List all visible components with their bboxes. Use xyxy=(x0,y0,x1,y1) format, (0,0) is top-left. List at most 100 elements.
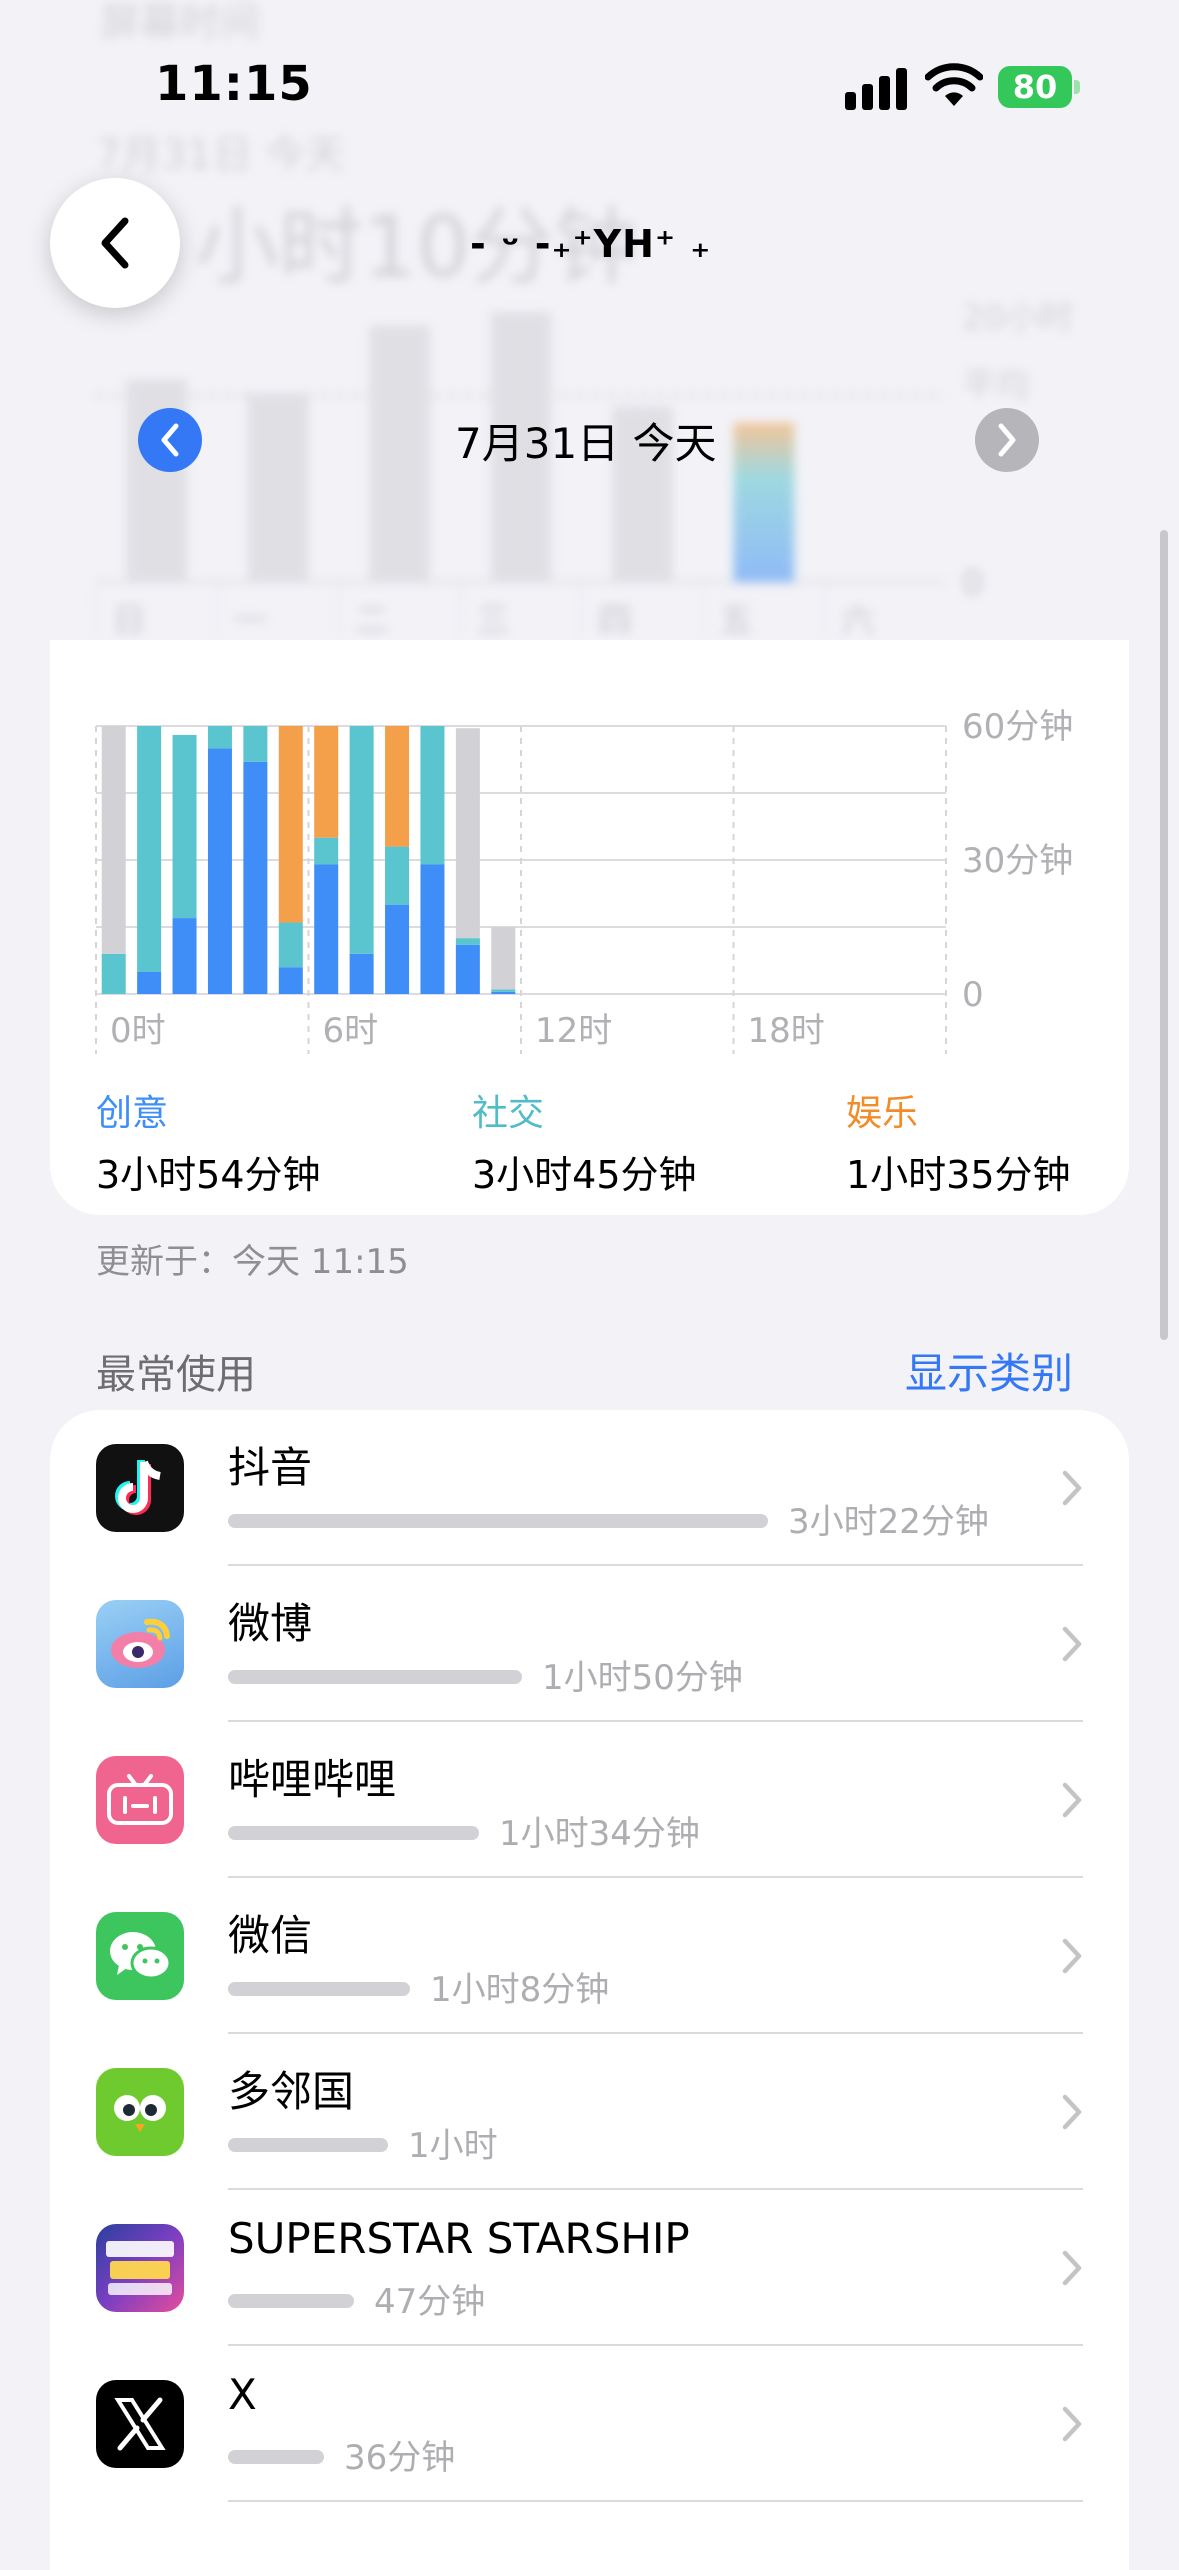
usage-bar xyxy=(228,1514,768,1528)
usage-time: 36分钟 xyxy=(344,2438,456,2478)
battery-indicator: 80 xyxy=(998,66,1072,108)
weekly-zero-label: 0 xyxy=(962,563,984,603)
bar-segment xyxy=(455,938,480,945)
weekly-bar xyxy=(247,393,309,582)
bar-segment xyxy=(420,864,445,994)
y-tick-label: 0 xyxy=(962,975,984,1015)
app-name: 微信 xyxy=(228,1911,313,1960)
douyin-icon xyxy=(96,1444,184,1532)
legend-social: 社交 3小时45分钟 xyxy=(472,1084,697,1199)
weekly-day-label: 三 xyxy=(476,601,510,640)
bar-segment xyxy=(314,864,339,994)
bar-segment xyxy=(172,734,197,919)
back-button[interactable] xyxy=(50,178,180,308)
weekly-day-label: 六 xyxy=(841,601,875,640)
row-separator xyxy=(228,2500,1083,2502)
chevron-right-icon xyxy=(1062,2406,1082,2442)
x-tick-label: 0时 xyxy=(110,1011,166,1051)
list-item-douyin[interactable]: 抖音 3小时22分钟 xyxy=(50,1410,1129,1566)
y-tick-label: 60分钟 xyxy=(962,707,1073,747)
app-name: 抖音 xyxy=(228,1443,313,1492)
x-tick-label: 18时 xyxy=(748,1011,825,1051)
weekly-day-label: 一 xyxy=(233,601,267,640)
bar-segment xyxy=(491,991,516,994)
show-categories-button[interactable]: 显示类别 xyxy=(905,1340,1073,1401)
date-label: 7月31日 今天 xyxy=(455,419,717,468)
legend-creative-label: 创意 xyxy=(96,1093,169,1134)
legend-entertainment-label: 娱乐 xyxy=(846,1093,919,1134)
usage-time: 1小时34分钟 xyxy=(499,1814,700,1854)
bar-segment xyxy=(278,726,303,923)
list-item-superstar-starship[interactable]: SUPERSTAR STARSHIP 47分钟 xyxy=(50,2190,1129,2346)
usage-time: 47分钟 xyxy=(374,2282,486,2322)
app-name: 哔哩哔哩 xyxy=(228,1755,397,1804)
legend-social-value: 3小时45分钟 xyxy=(472,1153,697,1197)
weekly-day-label: 五 xyxy=(719,601,753,640)
weekly-day-label: 二 xyxy=(355,601,389,640)
list-item-x[interactable]: X 36分钟 xyxy=(50,2346,1129,2502)
bar-segment xyxy=(207,726,232,749)
chevron-left-icon xyxy=(101,217,129,269)
weibo-icon xyxy=(96,1600,184,1688)
bar-segment xyxy=(455,944,480,994)
usage-time: 1小时8分钟 xyxy=(430,1970,610,2010)
hourly-chart: 60分钟 30分钟 0 0时 6时 12时 18时 xyxy=(95,707,1073,1054)
wifi-icon xyxy=(925,63,983,106)
app-name: 多邻国 xyxy=(228,2067,355,2116)
chevron-right-icon xyxy=(1062,1626,1082,1662)
usage-time: 1小时50分钟 xyxy=(542,1658,743,1698)
nav-title: - ᵕ -₊⁺YH⁺ ₊ xyxy=(470,222,712,266)
most-used-title: 最常使用 xyxy=(96,1352,256,1398)
x-tick-label: 6时 xyxy=(323,1011,379,1051)
list-item-duolingo[interactable]: 多邻国 1小时 xyxy=(50,2034,1129,2190)
app-name: 微博 xyxy=(228,1599,313,1648)
bar-segment xyxy=(101,953,126,994)
legend-entertainment: 娱乐 1小时35分钟 xyxy=(846,1084,1071,1199)
superstar-icon xyxy=(96,2224,184,2312)
status-time: 11:15 xyxy=(155,56,313,112)
x-tick-label: 12时 xyxy=(535,1011,612,1051)
chevron-left-icon xyxy=(161,423,179,457)
chevron-right-icon xyxy=(1062,1938,1082,1974)
x-icon xyxy=(96,2380,184,2468)
app-name: X xyxy=(228,2370,257,2419)
usage-time: 3小时22分钟 xyxy=(788,1502,989,1542)
usage-bar xyxy=(228,1670,522,1684)
cellular-signal-icon xyxy=(845,66,907,110)
next-day-button[interactable] xyxy=(975,408,1039,472)
bar-segment xyxy=(385,904,410,994)
bar-segment xyxy=(243,761,268,994)
usage-bar xyxy=(228,1982,410,1996)
chevron-right-icon xyxy=(998,423,1016,457)
scrollbar[interactable] xyxy=(1160,530,1168,1340)
app-name: SUPERSTAR STARSHIP xyxy=(228,2214,690,2263)
bar-segment xyxy=(349,726,374,954)
bar-segment xyxy=(385,726,410,847)
legend-entertainment-value: 1小时35分钟 xyxy=(846,1153,1071,1197)
bar-segment xyxy=(455,728,480,939)
bar-segment xyxy=(491,989,516,992)
chevron-right-icon xyxy=(1062,2250,1082,2286)
bar-segment xyxy=(314,726,339,838)
legend-creative: 创意 3小时54分钟 xyxy=(96,1084,321,1199)
chevron-right-icon xyxy=(1062,1782,1082,1818)
battery-tip xyxy=(1074,80,1080,94)
list-item-wechat[interactable]: 微信 1小时8分钟 xyxy=(50,1878,1129,2034)
usage-bar xyxy=(228,2294,354,2308)
usage-time: 1小时 xyxy=(408,2126,498,2166)
list-item-bilibili[interactable]: 哔哩哔哩 1小时34分钟 xyxy=(50,1722,1129,1878)
weekly-bar xyxy=(733,422,795,582)
bar-segment xyxy=(278,967,303,994)
bar-segment xyxy=(314,837,339,865)
bar-segment xyxy=(420,726,445,865)
previous-day-button[interactable] xyxy=(138,408,202,472)
usage-bar xyxy=(228,1826,479,1840)
bar-segment xyxy=(278,922,303,968)
bar-segment xyxy=(101,726,126,954)
bar-segment xyxy=(172,918,197,994)
weekly-day-label: 日 xyxy=(112,601,146,640)
bar-segment xyxy=(137,971,162,994)
bar-segment xyxy=(243,726,268,762)
list-item-weibo[interactable]: 微博 1小时50分钟 xyxy=(50,1566,1129,1722)
weekly-bar xyxy=(369,325,430,582)
